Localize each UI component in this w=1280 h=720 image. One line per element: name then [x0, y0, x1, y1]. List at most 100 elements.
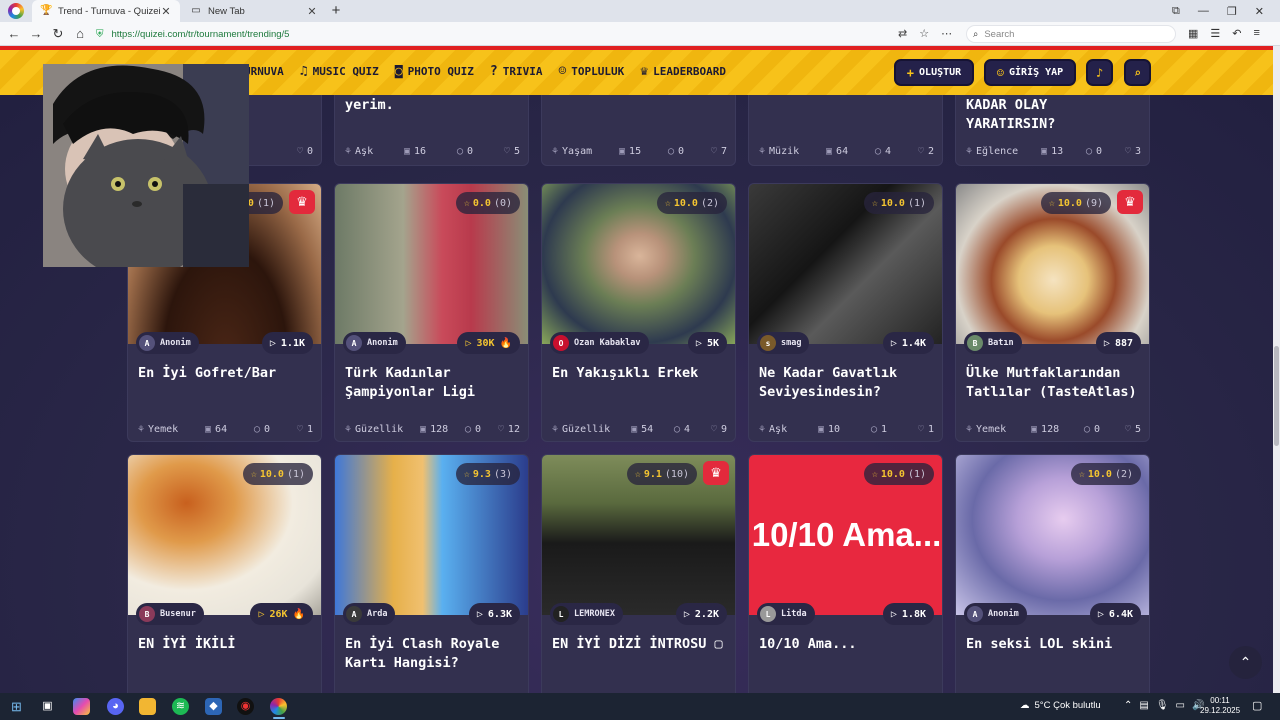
- chevron-up-icon[interactable]: ⌃: [1124, 700, 1132, 711]
- star-icon: ☆: [871, 197, 878, 209]
- tournament-card[interactable]: ⚘ Yaşam ▣ 15 ◯ 0 ♡ 7: [541, 95, 736, 166]
- tab-quizei[interactable]: 🏆 Trend - Turnuva - Quizei ✕: [32, 0, 180, 22]
- address-bar[interactable]: ⛨ https://quizei.com/tr/tournament/trend…: [96, 25, 956, 43]
- tournament-card[interactable]: ☆ 10.0 (1) s smag ▷ 1.4K Ne Kadar Gavatlık S…: [748, 183, 943, 442]
- app-icon[interactable]: ◆: [205, 698, 222, 715]
- tournament-card[interactable]: ⚘ Müzik ▣ 64 ◯ 4 ♡ 2: [748, 95, 943, 166]
- network-icon[interactable]: ▭: [1176, 700, 1185, 711]
- undo-icon[interactable]: ↶: [1232, 27, 1241, 40]
- close-tab-icon[interactable]: ✕: [160, 5, 172, 18]
- scrollbar-thumb[interactable]: [1274, 346, 1279, 446]
- author-pill[interactable]: L LEMRONEX: [550, 603, 623, 625]
- play-icon: ▷: [1103, 337, 1110, 349]
- tournament-card[interactable]: yerim. ⚘ Aşk ▣ 16 ◯ 0 ♡ 5: [334, 95, 529, 166]
- tournament-card[interactable]: ☆ 10.0 (1) B Busenur ▷ 26K 🔥 EN İYİ İKİLİ: [127, 454, 322, 693]
- forward-icon[interactable]: →: [28, 26, 44, 41]
- cloud-icon: ☁: [1020, 700, 1030, 711]
- obs-icon[interactable]: ◉: [237, 698, 254, 715]
- reload-icon[interactable]: ↻: [50, 26, 66, 42]
- tray-app-icon[interactable]: ▤: [1139, 700, 1148, 711]
- nav-music-quiz[interactable]: ♫ MUSIC QUIZ: [300, 64, 379, 79]
- nav-photo-quiz[interactable]: ◙ PHOTO QUIZ: [395, 64, 474, 79]
- login-button[interactable]: ☺ GİRİŞ YAP: [984, 59, 1076, 86]
- tournament-card[interactable]: ☆ 10.0 (2) A Anonim ▷ 6.4K En seksi LOL skin…: [955, 454, 1150, 693]
- weather-widget[interactable]: ☁ 5°C Çok bulutlu: [1020, 700, 1101, 711]
- author-pill[interactable]: A Anonim: [136, 332, 199, 354]
- author-pill[interactable]: A Arda: [343, 603, 396, 625]
- category-icon: ⚘: [552, 146, 559, 157]
- tournament-card[interactable]: 10/10 Ama... ☆ 10.0 (1) L Litda ▷ 1.8K 10/10…: [748, 454, 943, 693]
- author-pill[interactable]: s smag: [757, 332, 810, 354]
- browser-taskbar-icon[interactable]: [270, 698, 287, 715]
- plus-icon: +: [906, 65, 915, 80]
- extensions-icon[interactable]: ▦: [1188, 27, 1198, 40]
- play-icon: ▷: [890, 608, 897, 620]
- create-button[interactable]: + OLUŞTUR: [894, 59, 974, 86]
- image-text: 10/10 Ama...: [751, 516, 942, 553]
- author-pill[interactable]: L Litda: [757, 603, 815, 625]
- tournament-card[interactable]: ☆ 10.0 (2) O Ozan Kabaklav ▷ 5K En Yakışıklı…: [541, 183, 736, 442]
- author-pill[interactable]: O Ozan Kabaklav: [550, 332, 649, 354]
- file-explorer-icon[interactable]: [139, 698, 156, 715]
- scroll-to-top-button[interactable]: ⌃: [1229, 646, 1262, 679]
- favorites-icon[interactable]: ☰: [1210, 27, 1220, 40]
- restore-icon[interactable]: ❐: [1227, 5, 1237, 18]
- rating-badge: ☆ 9.3 (3): [455, 463, 520, 485]
- spotify-icon[interactable]: ≋: [172, 698, 189, 715]
- author-pill[interactable]: B Busenur: [136, 603, 204, 625]
- play-icon: ▷: [695, 337, 702, 349]
- new-tab-button[interactable]: +: [330, 2, 342, 19]
- close-window-icon[interactable]: ✕: [1255, 5, 1264, 18]
- page-scrollbar[interactable]: [1273, 46, 1280, 693]
- rating-badge: ☆ 10.0 (9): [1040, 192, 1111, 214]
- category-icon: ⚘: [138, 424, 145, 435]
- minimize-icon[interactable]: —: [1198, 5, 1209, 17]
- search-input[interactable]: ⌕ Search: [966, 25, 1176, 43]
- comment-icon: ◯: [253, 424, 260, 435]
- card-meta: ⚘ Güzellik ▣ 54 ◯ 4 ♡ 9: [552, 424, 727, 435]
- author-pill[interactable]: A Anonim: [343, 332, 406, 354]
- card-meta: ⚘ Yemek ▣ 64 ◯ 0 ♡ 1: [138, 424, 313, 435]
- site-search-button[interactable]: ⌕: [1124, 59, 1151, 86]
- tab-actions-icon[interactable]: ⧉: [1172, 5, 1180, 18]
- nav-leaderboard[interactable]: ♛ LEADERBOARD: [640, 64, 726, 79]
- menu-icon[interactable]: ≡: [1254, 27, 1260, 40]
- avatar: B: [139, 606, 155, 622]
- items-icon: ▣: [1041, 146, 1048, 157]
- back-icon[interactable]: ←: [6, 26, 22, 41]
- home-icon[interactable]: ⌂: [72, 26, 88, 41]
- card-title: EN İYİ İKİLİ: [138, 636, 236, 652]
- comment-icon: ◯: [464, 424, 472, 435]
- heart-icon: ♡: [296, 424, 303, 435]
- tournament-card[interactable]: ☆ 9.3 (3) A Arda ▷ 6.3K En İyi Clash Royale …: [334, 454, 529, 693]
- play-icon: ▷: [1097, 608, 1104, 620]
- discord-icon[interactable]: ◕: [107, 698, 124, 715]
- tournament-card[interactable]: KADAR OLAY YARATIRSIN? ⚘ Eğlence ▣ 13 ◯ 0 ♡…: [955, 95, 1150, 166]
- close-tab-icon[interactable]: ✕: [306, 5, 318, 18]
- play-count: ▷ 30K 🔥: [457, 332, 520, 354]
- microphone-icon[interactable]: 🎙: [1156, 700, 1169, 711]
- star-icon[interactable]: ☆: [919, 27, 929, 40]
- tab-new-tab[interactable]: ▭ New Tab ✕: [182, 0, 326, 22]
- task-view-icon[interactable]: ▣: [39, 698, 56, 715]
- tournament-card[interactable]: ☆ 10.0 (9) ♛ B Batın ▷ 887 Ülke Mutfaklarınd…: [955, 183, 1150, 442]
- tournament-card[interactable]: ☆ 9.1 (10) ♛ L LEMRONEX ▷ 2.2K EN İYİ DİZİ İ…: [541, 454, 736, 693]
- category-icon: ⚘: [966, 424, 973, 435]
- nav-community[interactable]: ☺ TOPLULUK: [558, 64, 624, 79]
- more-icon[interactable]: ⋯: [941, 27, 952, 40]
- copilot-icon[interactable]: [73, 698, 90, 715]
- nav-trivia[interactable]: ? TRIVIA: [490, 64, 543, 79]
- comment-icon: ◯: [870, 424, 877, 435]
- taskbar-clock[interactable]: 00:11 29.12.2025: [1200, 696, 1240, 716]
- author-pill[interactable]: A Anonim: [964, 603, 1027, 625]
- play-icon: ▷: [258, 608, 265, 620]
- url-text[interactable]: https://quizei.com/tr/tournament/trendin…: [112, 29, 290, 40]
- windows-start-icon[interactable]: ⊞: [8, 698, 25, 715]
- notifications-button[interactable]: ♪: [1086, 59, 1113, 86]
- notification-icon[interactable]: ▢: [1252, 699, 1262, 712]
- nav-tournament[interactable]: URNUVA: [244, 64, 284, 79]
- translate-icon[interactable]: ⇄: [898, 27, 907, 40]
- items-icon: ▣: [826, 146, 833, 157]
- author-pill[interactable]: B Batın: [964, 332, 1022, 354]
- tournament-card[interactable]: ☆ 0.0 (0) A Anonim ▷ 30K 🔥 Türk Kadınlar Şamp…: [334, 183, 529, 442]
